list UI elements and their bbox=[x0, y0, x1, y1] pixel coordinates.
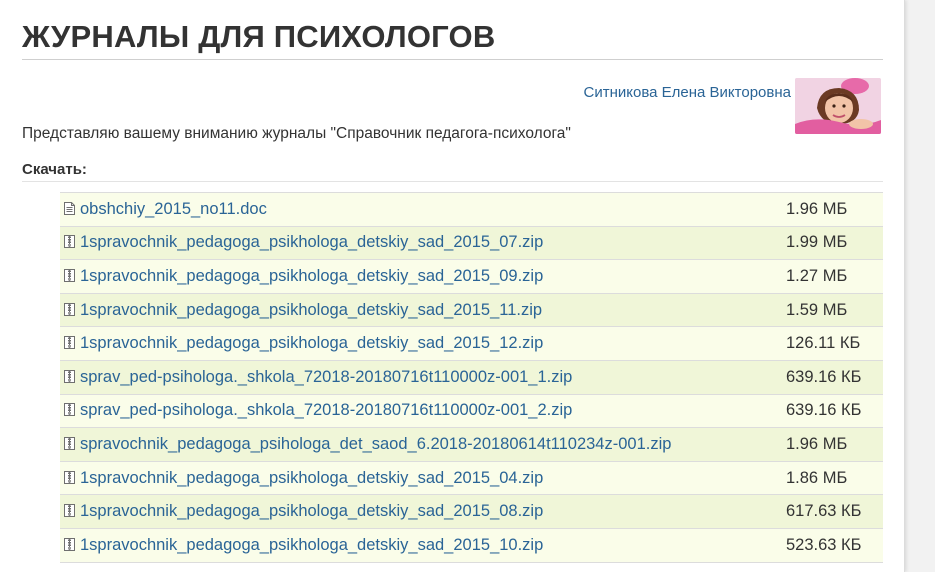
file-row: sprav_ped-psihologa._shkola_72018-201807… bbox=[60, 394, 883, 428]
file-row: 1spravochnik_pedagoga_psikhologa_detskiy… bbox=[60, 293, 883, 327]
file-link[interactable]: 1spravochnik_pedagoga_psikhologa_detskiy… bbox=[80, 267, 543, 285]
file-name-cell: 1spravochnik_pedagoga_psikhologa_detskiy… bbox=[60, 293, 786, 327]
archive-icon bbox=[64, 303, 75, 316]
file-name-cell: 1spravochnik_pedagoga_psikhologa_detskiy… bbox=[60, 528, 786, 562]
file-row: sprav_ped-psihologa._shkola_72018-201807… bbox=[60, 360, 883, 395]
file-link[interactable]: obshchiy_2015_no11.doc bbox=[80, 200, 267, 218]
file-size: 126.11 КБ bbox=[786, 334, 861, 353]
file-name-cell: sprav_ped-psihologa._shkola_72018-201807… bbox=[60, 360, 786, 394]
archive-icon bbox=[64, 471, 75, 484]
file-row: 1spravochnik_pedagoga_psikhologa_detskiy… bbox=[60, 461, 883, 495]
file-size: 523.63 КБ bbox=[786, 535, 862, 554]
file-name-cell: 1spravochnik_pedagoga_psikhologa_detskiy… bbox=[60, 327, 786, 361]
file-size: 617.63 КБ bbox=[786, 502, 862, 521]
file-size: 1.96 МБ bbox=[786, 199, 848, 218]
file-size: 639.16 КБ bbox=[786, 401, 862, 420]
file-link[interactable]: 1spravochnik_pedagoga_psikhologa_detskiy… bbox=[80, 334, 543, 352]
article-content: ЖУРНАЛЫ ДЛЯ ПСИХОЛОГОВ Ситникова Елена В… bbox=[22, 0, 883, 563]
archive-icon bbox=[64, 538, 75, 551]
file-size: 1.86 МБ bbox=[786, 468, 848, 487]
file-name-cell: 1spravochnik_pedagoga_psikhologa_detskiy… bbox=[60, 260, 786, 294]
file-link[interactable]: sprav_ped-psihologa._shkola_72018-201807… bbox=[80, 401, 572, 419]
file-name-cell: 1spravochnik_pedagoga_psikhologa_detskiy… bbox=[60, 461, 786, 495]
file-row: 1spravochnik_pedagoga_psikhologa_detskiy… bbox=[60, 326, 883, 361]
document-icon bbox=[64, 202, 75, 215]
file-size: 1.99 МБ bbox=[786, 233, 848, 252]
archive-icon bbox=[64, 336, 75, 349]
download-label: Скачать: bbox=[22, 161, 87, 178]
file-row: 1spravochnik_pedagoga_psikhologa_detskiy… bbox=[60, 494, 883, 529]
author-link[interactable]: Ситникова Елена Викторовна bbox=[584, 84, 791, 101]
file-row: 1spravochnik_pedagoga_psikhologa_detskiy… bbox=[60, 528, 883, 563]
archive-icon bbox=[64, 235, 75, 248]
file-row: obshchiy_2015_no11.doc 1.96 МБ bbox=[60, 192, 883, 227]
file-name-cell: 1spravochnik_pedagoga_psikhologa_detskiy… bbox=[60, 495, 786, 529]
file-name-cell: 1spravochnik_pedagoga_psikhologa_detskiy… bbox=[60, 226, 786, 260]
file-size: 639.16 КБ bbox=[786, 367, 862, 386]
download-divider bbox=[22, 181, 883, 182]
file-link[interactable]: sprav_ped-psihologa._shkola_72018-201807… bbox=[80, 368, 572, 386]
file-link[interactable]: 1spravochnik_pedagoga_psikhologa_detskiy… bbox=[80, 536, 543, 554]
file-link[interactable]: 1spravochnik_pedagoga_psikhologa_detskiy… bbox=[80, 502, 543, 520]
author-block: Ситникова Елена Викторовна bbox=[22, 60, 883, 134]
file-name-cell: spravochnik_pedagoga_psihologa_det_saod_… bbox=[60, 428, 786, 462]
page-title: ЖУРНАЛЫ ДЛЯ ПСИХОЛОГОВ bbox=[22, 19, 496, 54]
page-container: ЖУРНАЛЫ ДЛЯ ПСИХОЛОГОВ Ситникова Елена В… bbox=[0, 0, 905, 572]
file-size: 1.59 МБ bbox=[786, 300, 848, 319]
file-link[interactable]: 1spravochnik_pedagoga_psikhologa_detskiy… bbox=[80, 301, 542, 319]
archive-icon bbox=[64, 437, 75, 450]
file-row: 1spravochnik_pedagoga_psikhologa_detskiy… bbox=[60, 259, 883, 294]
archive-icon bbox=[64, 403, 75, 416]
intro-text: Представляю вашему вниманию журналы "Спр… bbox=[22, 125, 571, 142]
attachments-table: obshchiy_2015_no11.doc 1.96 МБ 1spravochni… bbox=[60, 192, 883, 563]
file-size: 1.96 МБ bbox=[786, 434, 848, 453]
archive-icon bbox=[64, 370, 75, 383]
file-link[interactable]: spravochnik_pedagoga_psihologa_det_saod_… bbox=[80, 435, 671, 453]
file-row: spravochnik_pedagoga_psihologa_det_saod_… bbox=[60, 427, 883, 462]
archive-icon bbox=[64, 504, 75, 517]
file-link[interactable]: 1spravochnik_pedagoga_psikhologa_detskiy… bbox=[80, 469, 543, 487]
archive-icon bbox=[64, 269, 75, 282]
file-name-cell: sprav_ped-psihologa._shkola_72018-201807… bbox=[60, 394, 786, 428]
file-size: 1.27 МБ bbox=[786, 266, 848, 285]
file-name-cell: obshchiy_2015_no11.doc bbox=[60, 193, 786, 227]
file-row: 1spravochnik_pedagoga_psikhologa_detskiy… bbox=[60, 226, 883, 260]
author-avatar[interactable] bbox=[795, 78, 881, 134]
file-link[interactable]: 1spravochnik_pedagoga_psikhologa_detskiy… bbox=[80, 233, 543, 251]
